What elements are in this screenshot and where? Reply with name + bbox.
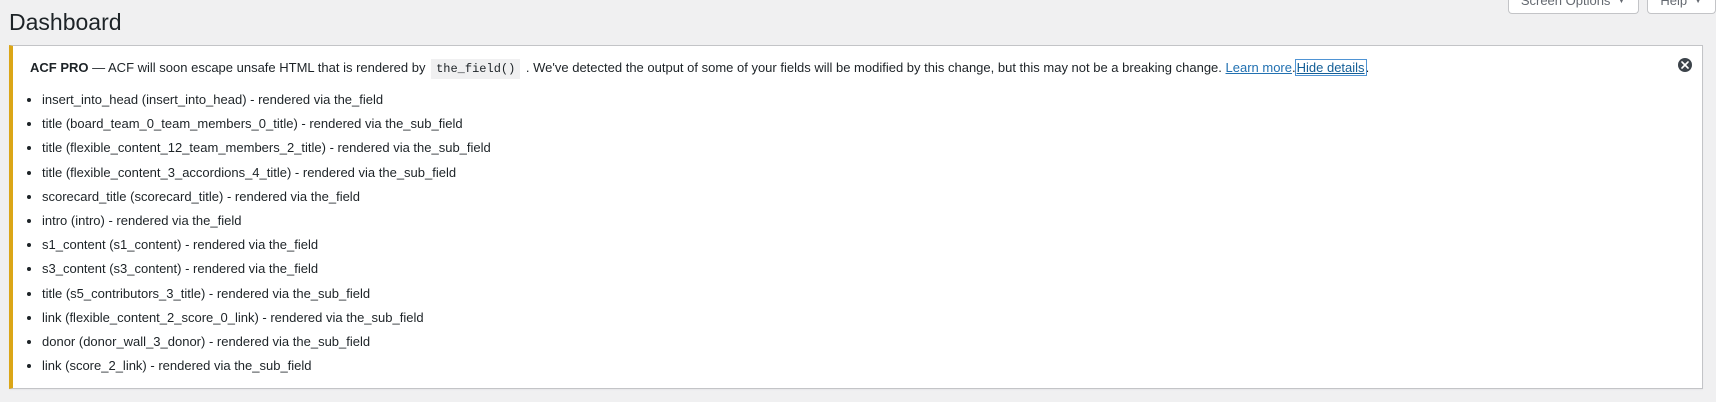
- list-item: donor (donor_wall_3_donor) - rendered vi…: [42, 330, 491, 354]
- list-item: title (flexible_content_3_accordions_4_t…: [42, 161, 491, 185]
- list-item: s1_content (s1_content) - rendered via t…: [42, 233, 491, 257]
- list-item: title (s5_contributors_3_title) - render…: [42, 282, 491, 306]
- notice-text-after-code: . We've detected the output of some of y…: [522, 60, 1226, 75]
- caret-down-icon: ▼: [1693, 0, 1703, 6]
- list-item: intro (intro) - rendered via the_field: [42, 209, 491, 233]
- close-icon: [1681, 61, 1689, 69]
- caret-down-icon: ▼: [1616, 0, 1627, 6]
- list-item: link (score_2_link) - rendered via the_s…: [42, 354, 491, 378]
- list-item: insert_into_head (insert_into_head) - re…: [42, 88, 491, 112]
- notice-prefix: ACF PRO: [30, 60, 89, 75]
- help-label: Help: [1660, 0, 1688, 8]
- notice-end: .: [1365, 60, 1370, 75]
- code-snippet: the_field(): [431, 59, 521, 79]
- list-item: link (flexible_content_2_score_0_link) -…: [42, 306, 491, 330]
- acf-warning-notice: ACF PRO — ACF will soon escape unsafe HT…: [9, 45, 1703, 389]
- list-item: title (flexible_content_12_team_members_…: [42, 136, 491, 160]
- list-item: title (board_team_0_team_members_0_title…: [42, 112, 491, 136]
- notice-text-before-code: — ACF will soon escape unsafe HTML that …: [88, 60, 430, 75]
- screen-options-label: Screen Options: [1520, 0, 1611, 8]
- notice-message: ACF PRO — ACF will soon escape unsafe HT…: [30, 56, 1369, 81]
- help-button[interactable]: Help ▼: [1647, 0, 1716, 14]
- list-item: s3_content (s3_content) - rendered via t…: [42, 257, 491, 281]
- screen-meta-links: Screen Options ▼ Help ▼: [1507, 0, 1716, 14]
- list-item: scorecard_title (scorecard_title) - rend…: [42, 185, 491, 209]
- page-title: Dashboard: [9, 9, 122, 35]
- hide-details-link[interactable]: Hide details: [1294, 59, 1367, 76]
- affected-fields-list: insert_into_head (insert_into_head) - re…: [25, 88, 491, 378]
- learn-more-link[interactable]: Learn more: [1226, 60, 1292, 75]
- screen-options-button[interactable]: Screen Options ▼: [1507, 0, 1640, 14]
- dismiss-icon[interactable]: [1678, 58, 1692, 72]
